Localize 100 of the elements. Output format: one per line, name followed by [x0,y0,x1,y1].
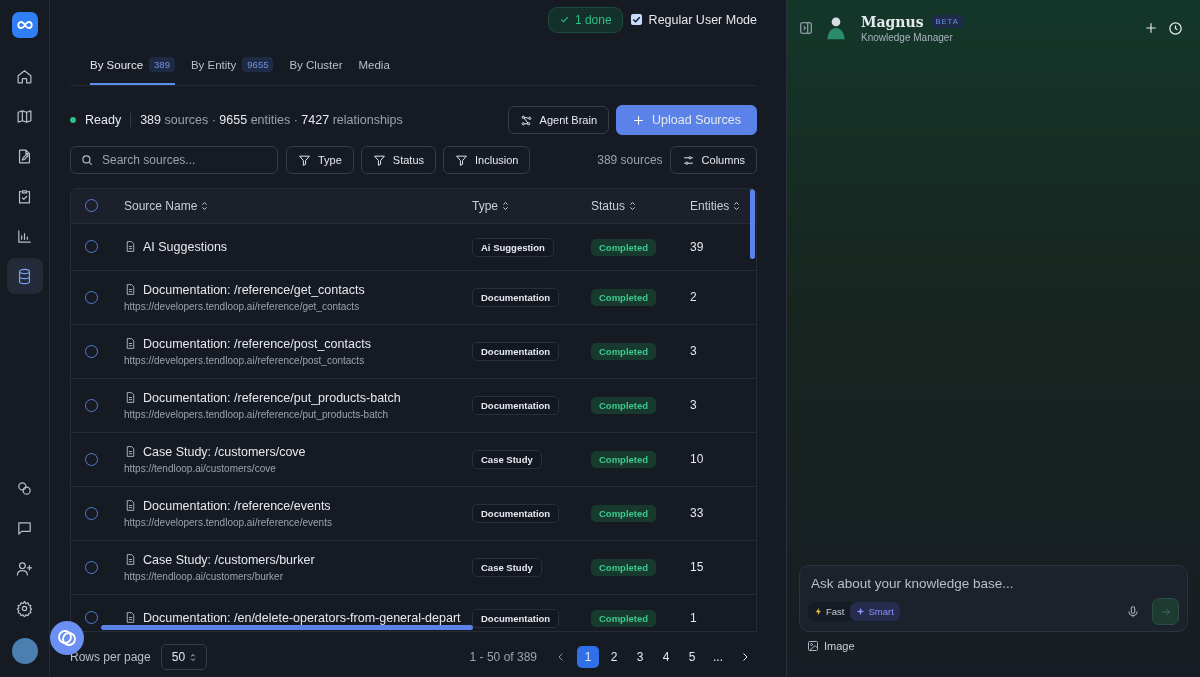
mode-toggle[interactable]: Smart [850,602,900,621]
source-count: 389 sources [597,153,663,167]
edit-icon [16,147,33,165]
type-tag: Ai Suggestion [472,237,554,257]
filter-icon [372,153,386,167]
entity-count: 3 [690,344,697,359]
type-tag: Documentation [472,342,560,362]
assistant-name: Magnus [861,13,924,30]
sort-icon [629,200,637,211]
image-icon [807,640,819,652]
source-name: Case Study: /customers/burker [143,552,315,567]
type-tag: Documentation [472,608,560,628]
page-button[interactable]: 2 [603,646,625,669]
tab[interactable]: By Source 389 [90,43,175,86]
user-avatar[interactable] [11,638,38,664]
type-tag: Case Study [472,450,542,470]
agent-brain-button[interactable]: Agent Brain [507,106,610,135]
page-button[interactable]: 4 [655,646,677,669]
app-logo[interactable] [11,12,38,38]
rows-per-page-select[interactable]: 50 [160,644,208,671]
status-tag: Completed [591,343,657,361]
source-url: https://developers.tendloop.ai/reference/post_contacts [124,354,366,366]
lightning-icon [814,607,823,616]
source-name: AI Suggestions [143,239,228,254]
sparkle-icon [856,607,866,616]
coins-icon [16,479,33,497]
status-tag: Completed [591,505,657,523]
source-url: https://tendloop.ai/customers/cove [124,462,277,474]
filter-button[interactable]: Inclusion [443,146,531,174]
entity-count: 33 [690,506,704,521]
document-icon [124,445,137,459]
entity-count: 15 [690,560,704,575]
scrollbar[interactable] [101,624,473,630]
source-url: https://developers.tendloop.ai/reference/get_contacts [124,300,361,312]
status-tag: Completed [591,397,657,415]
columns-button[interactable]: Columns [669,146,757,174]
column-header[interactable]: Type [472,198,591,213]
updown-icon [190,652,197,662]
panel-toggle-icon[interactable] [799,21,813,35]
column-header[interactable]: Entities [690,198,750,213]
document-icon [124,240,137,254]
column-header[interactable]: Source Name [112,198,472,213]
check-icon [558,14,570,26]
entity-count: 2 [690,290,697,305]
source-name: Documentation: /reference/get_contacts [143,282,365,297]
sort-icon [502,200,509,211]
sort-icon [201,200,209,211]
type-tag: Documentation [472,288,560,308]
history-icon[interactable] [1168,20,1183,36]
filter-icon [455,153,469,167]
status-tag: Completed [591,559,657,577]
mode-label: Regular User Mode [648,12,757,27]
search-field[interactable]: Search sources... [70,146,278,174]
source-name: Documentation: /reference/put_products-batch [143,390,401,405]
sliders-icon [681,153,695,167]
status-dot [70,117,76,124]
stats-text: 389 sources · 9655 entities · 7427 relationships [140,113,403,128]
image-button[interactable]: Image [787,632,875,677]
tab[interactable]: By Entity 9655 [190,43,274,86]
page-button[interactable]: 1 [577,646,599,669]
mode-checkbox[interactable] [630,14,642,26]
mode-toggle[interactable]: Fast [808,602,851,621]
column-header[interactable]: Status [591,198,690,213]
filter-icon [298,153,311,167]
nav-item[interactable] [6,258,43,294]
chat-input[interactable]: Ask about your knowledge base... [808,576,1185,591]
document-icon [124,553,137,567]
page-range: 1 - 50 of 389 [469,650,537,665]
page-ellipsis: ... [712,649,724,667]
source-name: Case Study: /customers/cove [143,444,306,459]
page-button[interactable]: 5 [681,646,703,669]
filter-button[interactable]: Type [286,146,354,174]
source-url: https://developers.tendloop.ai/reference/put_products-batch [124,408,390,420]
microphone-icon[interactable] [1126,604,1140,619]
status-tag: Completed [591,238,657,256]
home-icon [16,67,33,85]
entity-count: 39 [690,239,704,254]
filter-button[interactable]: Status [360,146,437,174]
status-tag: Completed [591,609,657,627]
source-name: Documentation: /reference/events [143,498,331,513]
document-icon [124,283,137,297]
chat-icon [16,519,33,537]
tab[interactable]: By Cluster [289,43,343,86]
clipboard-icon [16,187,33,205]
status-tag: Completed [591,451,657,469]
type-tag: Documentation [472,504,560,524]
tab[interactable]: Media [358,43,390,86]
scrollbar[interactable] [750,188,755,259]
plus-icon[interactable] [1144,21,1158,35]
status-tag: Completed [591,289,657,307]
chart-icon [16,227,33,245]
map-icon [16,107,33,125]
user-plus-icon [16,559,33,577]
source-url: https://developers.tendloop.ai/reference/events [124,516,333,528]
document-icon [124,391,137,405]
search-icon [80,153,94,167]
page-button[interactable]: 3 [629,646,651,669]
settings-icon [16,599,33,617]
source-url: https://tendloop.ai/customers/burker [124,570,284,582]
assistant-role: Knowledge Manager [861,31,954,43]
